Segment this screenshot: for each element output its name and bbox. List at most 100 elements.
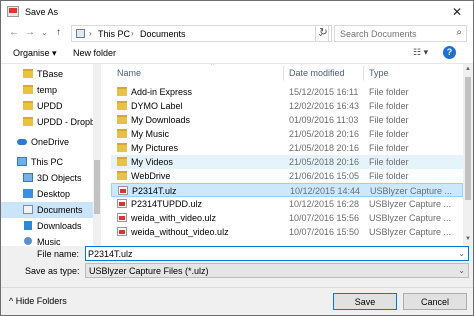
hide-folders-button[interactable]: ^ Hide Folders [9,296,67,306]
list-item[interactable]: weida_with_video.ulz 10/07/2016 15:56 US… [111,211,463,225]
address-bar[interactable]: › This PC › Documents ⌄ [71,25,329,42]
folder-icon [23,117,33,126]
title-bar: Save As ✕ [1,1,473,23]
list-item[interactable]: My Downloads 01/09/2016 11:03 File folde… [111,113,463,127]
breadcrumb-separator[interactable]: › [89,29,92,38]
chevron-down-icon[interactable]: ⌄ [458,266,465,275]
file-name: My Downloads [131,115,191,125]
sidebar-item-updd[interactable]: UPDD [1,98,93,114]
new-folder-button[interactable]: New folder [73,48,116,58]
sort-indicator-icon: ^ [211,64,215,69]
list-item[interactable]: P2314TUPDD.ulz 10/12/2015 16:28 USBlyzer… [111,197,463,211]
file-name: DYMO Label [131,101,183,111]
forward-arrow-icon[interactable]: → [25,27,35,39]
music-icon [24,237,32,245]
breadcrumb-separator[interactable]: › [131,29,134,38]
file-date: 12/02/2016 16:43 [289,101,360,111]
refresh-button[interactable]: ↻ [315,25,332,42]
file-date: 21/06/2016 15:05 [289,171,360,181]
folder-icon [117,87,127,96]
list-item[interactable]: My Videos 21/05/2018 20:16 File folder [111,155,463,169]
list-item[interactable]: My Music 21/05/2018 20:16 File folder [111,127,463,141]
search-input[interactable] [335,26,447,41]
search-box[interactable]: ⌕ [334,25,467,42]
file-name: P2314T.ulz [132,186,177,196]
file-type: File folder [369,87,409,97]
breadcrumb-this-pc[interactable]: This PC [98,29,130,39]
save-as-type-select[interactable]: USBlyzer Capture Files (*.ulz) ⌄ [85,263,469,278]
breadcrumb-documents[interactable]: Documents [140,29,186,39]
up-arrow-icon[interactable]: ↑ [56,27,61,39]
sidebar-item-label: temp [37,85,58,95]
recent-locations-icon[interactable]: ⌄ [41,27,48,39]
ulz-file-icon [118,186,128,195]
list-item[interactable]: P2314T.ulz 10/12/2015 14:44 USBlyzer Cap… [111,183,463,197]
column-divider[interactable] [283,66,284,81]
system-folder-icon [117,129,127,138]
scroll-up-icon[interactable]: ▲ [464,66,472,72]
ulz-file-icon [117,199,127,208]
folder-icon [23,85,33,94]
sidebar-item-tbase[interactable]: TBase [1,66,93,82]
chevron-down-icon[interactable]: ⌄ [458,249,465,258]
file-name-field[interactable]: ⌄ [85,246,469,261]
ulz-file-icon [117,213,127,222]
window-title: Save As [25,7,59,17]
sidebar-item-onedrive[interactable]: OneDrive [1,134,93,150]
sidebar-item-label: 3D Objects [37,173,82,183]
desktop-icon [23,189,33,198]
file-name-label: File name: [37,249,80,259]
cancel-button[interactable]: Cancel [403,293,467,310]
list-item[interactable]: Add-in Express 15/12/2015 16:11 File fol… [111,85,463,99]
organise-menu[interactable]: Organise ▾ [13,48,57,59]
view-options-icon[interactable]: ☷ ▾ [413,47,428,58]
close-button[interactable]: ✕ [441,1,473,23]
folder-icon [23,69,33,78]
help-icon[interactable]: ? [443,46,456,59]
sidebar-item-label: Desktop [37,189,71,199]
file-name: My Pictures [131,143,179,153]
scrollbar-thumb[interactable] [94,160,100,214]
sidebar-item-downloads[interactable]: Downloads [1,218,93,234]
list-item[interactable]: weida_without_video.ulz 10/07/2016 15:50… [111,225,463,239]
file-name: My Videos [131,157,173,167]
back-arrow-icon[interactable]: ← [9,27,19,39]
file-name: My Music [131,129,169,139]
sidebar-item-label: UPDD [37,101,63,111]
file-date: 15/12/2015 16:11 [289,87,359,97]
scrollbar-thumb[interactable] [465,77,471,200]
file-name: weida_without_video.ulz [131,227,229,237]
column-header-date-modified[interactable]: Date modified [289,68,345,78]
file-type: File folder [369,171,409,181]
sidebar-item-updd-dropbox[interactable]: UPDD - Dropbox [1,114,93,130]
folder-icon [23,101,33,110]
list-item[interactable]: WebDrive 21/06/2016 15:05 File folder [111,169,463,183]
save-as-dialog: Save As ✕ ← → ⌄ ↑ › This PC › Documents … [0,0,474,316]
sidebar-item-this-pc[interactable]: This PC [1,154,93,170]
column-header-type[interactable]: Type [369,68,389,78]
cloud-icon [17,139,27,145]
column-divider[interactable] [363,66,364,81]
sidebar-item-music[interactable]: Music [1,234,93,246]
computer-icon [76,29,85,38]
file-list-scrollbar[interactable]: ▲ ▼ [463,64,473,246]
system-folder-icon [117,157,127,166]
documents-icon [23,205,33,214]
list-item[interactable]: DYMO Label 12/02/2016 16:43 File folder [111,99,463,113]
sidebar-item-label: Documents [37,205,83,215]
save-as-type-label: Save as type: [25,266,80,276]
file-date: 10/07/2016 15:56 [289,213,360,223]
file-type: File folder [369,143,409,153]
column-header-name[interactable]: Name [117,68,141,78]
scroll-down-icon[interactable]: ▼ [464,236,472,242]
sidebar-item-documents[interactable]: Documents [1,202,93,218]
sidebar-item-3d-objects[interactable]: 3D Objects [1,170,93,186]
file-date: 21/05/2018 20:16 [289,157,360,167]
file-date: 10/12/2015 14:44 [290,186,361,196]
sidebar-item-temp[interactable]: temp [1,82,93,98]
sidebar-item-desktop[interactable]: Desktop [1,186,93,202]
list-item[interactable]: My Pictures 21/05/2018 20:16 File folder [111,141,463,155]
save-button[interactable]: Save [333,293,397,310]
file-name-input[interactable] [86,247,446,260]
navigation-pane-scrollbar[interactable] [93,64,101,246]
